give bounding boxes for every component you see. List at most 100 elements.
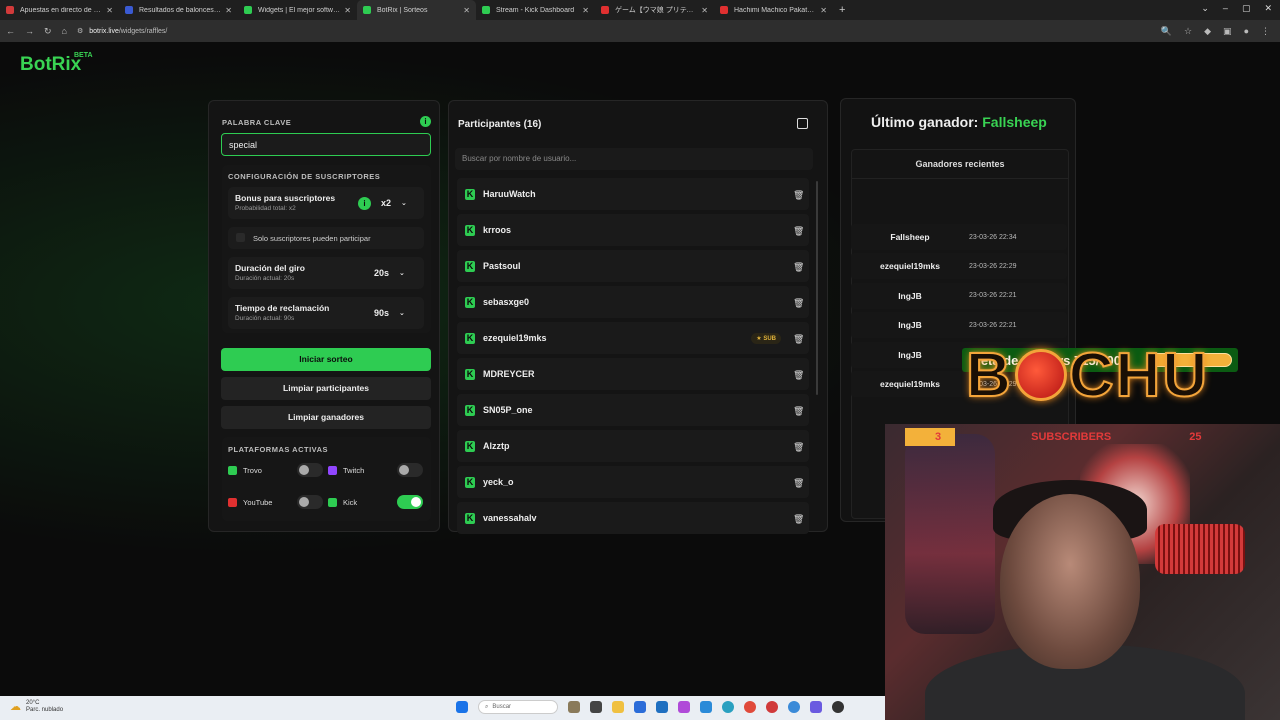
windows-taskbar: ☁ 20°C Parc. nublado ⌕ Buscar [0,696,885,720]
profile-icon[interactable]: ● [1244,26,1249,37]
claim-subtitle: Duración actual: 90s [235,315,295,322]
chevron-down-icon: ⌄ [399,310,405,317]
tab-close-icon[interactable]: ✕ [344,6,351,15]
extensions-puzzle-icon[interactable]: ▣ [1223,26,1232,37]
trash-icon[interactable]: 🗑 [793,298,804,308]
windows-start-icon[interactable] [456,701,468,713]
platform-toggle[interactable] [297,495,323,509]
copy-icon[interactable] [797,118,808,129]
tab-favicon-icon [363,6,371,14]
platform-label: YouTube [243,497,273,507]
participant-row: Kkrroos 🗑 [457,214,809,246]
claim-time-select[interactable]: 90s ⌄ [374,308,405,318]
subs-only-checkbox[interactable] [236,233,245,242]
zoom-icon[interactable]: 🔍 [1161,26,1172,37]
tab-close-icon[interactable]: ✕ [225,6,232,15]
trash-icon[interactable]: 🗑 [793,514,804,524]
taskbar-search[interactable]: ⌕ Buscar [478,700,558,714]
youtube-icon [228,497,237,507]
extension-icon[interactable]: ◆ [1204,26,1211,37]
botrix-logo[interactable]: BotRix BETA [20,52,93,76]
kick-icon: K [465,260,475,272]
subs-only-row[interactable]: Solo suscriptores pueden participar [228,227,424,249]
recent-winners-divider [852,178,1068,179]
participant-row: K HaruuWatch 🗑 [457,178,809,210]
last-winner-heading: Último ganador: Fallsheep [871,114,1047,130]
trash-icon[interactable]: 🗑 [793,226,804,236]
bonus-select[interactable]: x2 ⌄ [381,198,407,208]
start-raffle-button[interactable]: Iniciar sorteo [221,348,431,371]
mail-icon[interactable] [634,701,646,713]
browser-tab[interactable]: BotRix | Sorteos ✕ [357,0,476,20]
subs-only-label: Solo suscriptores pueden participar [253,234,371,243]
platform-toggle[interactable] [297,463,323,477]
edge-icon[interactable] [722,701,734,713]
trash-icon[interactable]: 🗑 [793,478,804,488]
tab-close-icon[interactable]: ✕ [106,6,113,15]
close-window-icon[interactable]: ✕ [1264,3,1272,14]
chrome-icon[interactable] [744,701,756,713]
tab-close-icon[interactable]: ✕ [582,6,589,15]
store-icon[interactable] [656,701,668,713]
chrome-profile-icon[interactable] [766,701,778,713]
tab-search-icon[interactable]: ⌄ [1201,3,1209,14]
back-icon[interactable]: ← [6,26,15,37]
claim-time-row: Tiempo de reclamación Duración actual: 9… [228,297,424,329]
discord-icon[interactable] [810,701,822,713]
bookmark-star-icon[interactable]: ☆ [1184,26,1192,37]
minimize-icon[interactable]: – [1223,3,1228,14]
keyword-input[interactable]: special [221,133,431,156]
claim-title: Tiempo de reclamación [235,303,330,313]
platform-toggle[interactable] [397,495,423,509]
trash-icon[interactable]: 🗑 [793,190,804,200]
widgets-icon[interactable] [568,701,580,713]
obs-icon[interactable] [832,701,844,713]
trovo-icon [228,465,237,475]
participants-scrollbar[interactable] [816,181,818,395]
trash-icon[interactable]: 🗑 [793,262,804,272]
trash-icon[interactable]: 🗑 [793,442,804,452]
browser-tab[interactable]: Resultados de baloncesto en di ✕ [119,0,238,20]
browser-tab[interactable]: Apuestas en directo de Basquet✕ [0,0,119,20]
weather-widget[interactable]: ☁ 20°C Parc. nublado [10,700,63,714]
participant-search-input[interactable]: Buscar por nombre de usuario... [455,148,813,170]
participant-name: MDREYCER [483,369,535,379]
trash-icon[interactable]: 🗑 [793,406,804,416]
participant-name: SN05P_one [483,405,533,415]
platform-kick: Kick [328,495,423,509]
tab-close-icon[interactable]: ✕ [701,6,708,15]
home-icon[interactable]: ⌂ [62,26,67,37]
clear-participants-button[interactable]: Limpiar participantes [221,377,431,400]
menu-icon[interactable]: ⋮ [1261,26,1270,37]
reload-icon[interactable]: ↻ [44,26,52,37]
task-view-icon[interactable] [590,701,602,713]
trash-icon[interactable]: 🗑 [793,370,804,380]
chrome-active-icon[interactable] [788,701,800,713]
platform-toggle[interactable] [397,463,423,477]
site-info-icon[interactable]: ⚙ [77,27,83,35]
platform-youtube: YouTube [228,495,323,509]
tab-close-icon[interactable]: ✕ [820,6,827,15]
copilot-icon[interactable] [678,701,690,713]
keyword-info-icon[interactable]: i [420,116,431,127]
browser-tab[interactable]: Widgets | El mejor software pa ✕ [238,0,357,20]
tab-close-icon[interactable]: ✕ [463,6,470,15]
browser-tab[interactable]: Hachimi Machico Pakatube - Y✕ [714,0,833,20]
new-tab-button[interactable]: + [839,4,845,16]
browser-tab[interactable]: ゲーム【ウマ娘 プリティーダービ ✕ [595,0,714,20]
kick-icon: K [465,224,475,236]
url-field[interactable]: ⚙ botrix.live/widgets/raffles/ [77,27,167,36]
trash-icon[interactable]: 🗑 [793,334,804,344]
browser-tab[interactable]: Stream - Kick Dashboard ✕ [476,0,595,20]
app-icon[interactable] [700,701,712,713]
participant-name: vanessahalv [483,513,537,523]
file-explorer-icon[interactable] [612,701,624,713]
winner-date: 23-03-26 22:21 [969,321,1017,329]
tab-favicon-icon [482,6,490,14]
maximize-icon[interactable]: ▢ [1242,3,1251,14]
streamer-face [1000,494,1140,669]
spin-duration-select[interactable]: 20s ⌄ [374,268,405,278]
bonus-info-icon[interactable]: i [358,197,371,210]
clear-winners-button[interactable]: Limpiar ganadores [221,406,431,429]
forward-icon[interactable]: → [25,26,34,37]
